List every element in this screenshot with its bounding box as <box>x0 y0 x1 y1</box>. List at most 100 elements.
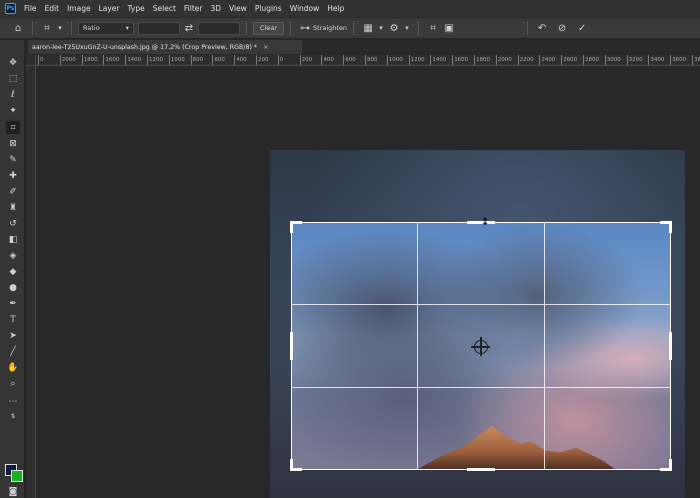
crop-handle-right[interactable] <box>669 332 672 360</box>
history-brush-tool-icon[interactable]: ↺ <box>6 217 20 230</box>
path-selection-tool-icon[interactable]: ➤ <box>6 329 20 342</box>
photoshop-logo: Ps <box>5 3 16 14</box>
ruler-tick-label: 3200 <box>626 55 643 65</box>
magic-wand-tool-icon[interactable]: ✦ <box>6 104 20 117</box>
cancel-icon[interactable]: ⊘ <box>554 20 570 36</box>
type-tool-icon[interactable]: T <box>6 313 20 326</box>
crop-handle-top-left[interactable] <box>290 221 293 233</box>
menu-help[interactable]: Help <box>323 4 348 13</box>
straighten-button[interactable]: Straighten <box>313 24 347 32</box>
menu-edit[interactable]: Edit <box>41 4 64 13</box>
ruler-tick-label: 1000 <box>168 55 185 65</box>
separator <box>32 21 33 35</box>
menu-3d[interactable]: 3D <box>206 4 225 13</box>
crop-handle-top-right[interactable] <box>669 221 672 233</box>
swap-icon[interactable]: ⇄ <box>180 20 198 36</box>
paint-bucket-tool-icon[interactable]: ◈ <box>6 249 20 262</box>
chevron-down-icon[interactable]: ▾ <box>55 20 65 36</box>
brush-tool-icon[interactable]: ✐ <box>6 185 20 198</box>
ratio-dropdown-label: Ratio <box>83 24 100 32</box>
ruler-tick-label: 2000 <box>495 55 512 65</box>
crop-handle-bottom-left[interactable] <box>290 459 293 471</box>
eraser-tool-icon[interactable]: ◧ <box>6 233 20 246</box>
ruler-tick-label: 800 <box>365 55 378 65</box>
chevron-down-icon[interactable]: ▾ <box>402 20 412 36</box>
reset-icon[interactable]: ↶ <box>534 20 550 36</box>
level-icon[interactable]: ⊶ <box>297 20 313 36</box>
line-tool-icon[interactable]: ╱ <box>6 345 20 358</box>
crop-handle-left[interactable] <box>290 332 293 360</box>
menu-layer[interactable]: Layer <box>95 4 124 13</box>
crop-icon[interactable]: ⌗ <box>39 20 55 36</box>
ruler-tick-label: 1200 <box>408 55 425 65</box>
content-aware-icon[interactable]: ▣ <box>441 20 457 36</box>
width-field[interactable] <box>138 21 180 35</box>
separator <box>527 21 529 35</box>
chevron-down-icon: ▾ <box>125 24 129 32</box>
ruler-tick-label: 3800 <box>692 55 700 65</box>
delete-cropped-icon[interactable]: ⌗ <box>425 20 441 36</box>
ruler-tick-label: 3400 <box>648 55 665 65</box>
lasso-tool-icon[interactable]: ℓ <box>6 88 20 101</box>
ruler-tick-label: 3600 <box>670 55 687 65</box>
checkmark-icon[interactable]: ✓ <box>574 20 590 36</box>
ruler-tick-label: 400 <box>321 55 334 65</box>
separator <box>246 21 247 35</box>
clone-stamp-tool-icon[interactable]: ♜ <box>6 201 20 214</box>
ruler-tick-label: 2200 <box>517 55 534 65</box>
dodge-tool-icon[interactable]: ● <box>6 281 20 294</box>
menu-file[interactable]: File <box>20 4 41 13</box>
ruler-tick-label: 400 <box>234 55 247 65</box>
crop-handle-bottom[interactable] <box>467 468 495 471</box>
home-icon[interactable]: ⌂ <box>10 20 26 36</box>
quick-mask-icon[interactable]: ◙ <box>6 485 20 498</box>
crop-center-target-icon <box>471 337 490 356</box>
document-tab[interactable]: aaron-lee-T25UxuGnZ-U-unsplash.jpg @ 17.… <box>28 40 302 54</box>
crop-handle-bottom-right[interactable] <box>669 459 672 471</box>
overlay-grid-icon[interactable]: ▦ <box>360 20 376 36</box>
photoshop-window: Ps File Edit Image Layer Type Select Fil… <box>0 0 700 498</box>
zoom-tool-icon[interactable]: ⌕ <box>6 377 20 390</box>
pen-tool-icon[interactable]: ✒ <box>6 297 20 310</box>
gear-icon[interactable]: ⚙ <box>386 20 402 36</box>
canvas-area[interactable]: ↕ <box>37 67 700 498</box>
document-tab-row: aaron-lee-T25UxuGnZ-U-unsplash.jpg @ 17.… <box>24 40 700 54</box>
separator <box>290 21 291 35</box>
ruler-tick-label: 800 <box>190 55 204 65</box>
ruler-tick-label: 200 <box>299 55 313 65</box>
ruler-tick-label: 2400 <box>539 55 556 65</box>
horizontal-ruler: 0 2000 1800 1600 1400 1200 1000 800 600 400 200 0 20… <box>36 55 700 66</box>
blur-tool-icon[interactable]: ◆ <box>6 265 20 278</box>
separator <box>418 21 420 35</box>
menu-filter[interactable]: Filter <box>180 4 207 13</box>
more-tools-icon[interactable]: ⋯ <box>6 395 20 408</box>
hand-tool-icon[interactable]: ✋ <box>6 361 20 374</box>
ratio-dropdown[interactable]: Ratio ▾ <box>78 21 134 35</box>
crop-tool-icon[interactable]: ⌗ <box>6 121 20 134</box>
ruler-tick-label: 200 <box>256 55 269 65</box>
ruler-tick-label: 600 <box>212 55 225 65</box>
ruler-tick-label: 1200 <box>147 55 163 65</box>
menu-plugins[interactable]: Plugins <box>251 4 286 13</box>
menu-type[interactable]: Type <box>124 4 149 13</box>
menu-view[interactable]: View <box>225 4 251 13</box>
ruler-tick-label: 2000 <box>59 55 76 65</box>
healing-brush-tool-icon[interactable]: ✚ <box>6 169 20 182</box>
ruler-tick-label: 2600 <box>561 55 578 65</box>
eyedropper-tool-icon[interactable]: ✎ <box>6 153 20 166</box>
frame-tool-icon[interactable]: ⊠ <box>6 137 20 150</box>
background-color-swatch[interactable] <box>11 470 23 482</box>
ruler-tick-label: 1600 <box>452 55 469 65</box>
separator <box>353 21 355 35</box>
height-field[interactable] <box>198 21 240 35</box>
menu-select[interactable]: Select <box>149 4 180 13</box>
move-tool-icon[interactable]: ✥ <box>6 56 20 69</box>
chevron-down-icon[interactable]: ▾ <box>376 20 386 36</box>
menu-window[interactable]: Window <box>286 4 324 13</box>
clear-button[interactable]: Clear <box>253 21 284 35</box>
menu-image[interactable]: Image <box>63 4 95 13</box>
close-icon[interactable]: × <box>263 44 268 51</box>
swap-colors-icon[interactable]: ⇅ <box>6 410 20 423</box>
marquee-tool-icon[interactable]: ⬚ <box>6 72 20 85</box>
tools-panel: ✥ ⬚ ℓ ✦ ⌗ ⊠ ✎ ✚ ✐ ♜ ↺ ◧ ◈ ◆ ● ✒ T ➤ ╱ ✋ … <box>0 40 25 498</box>
